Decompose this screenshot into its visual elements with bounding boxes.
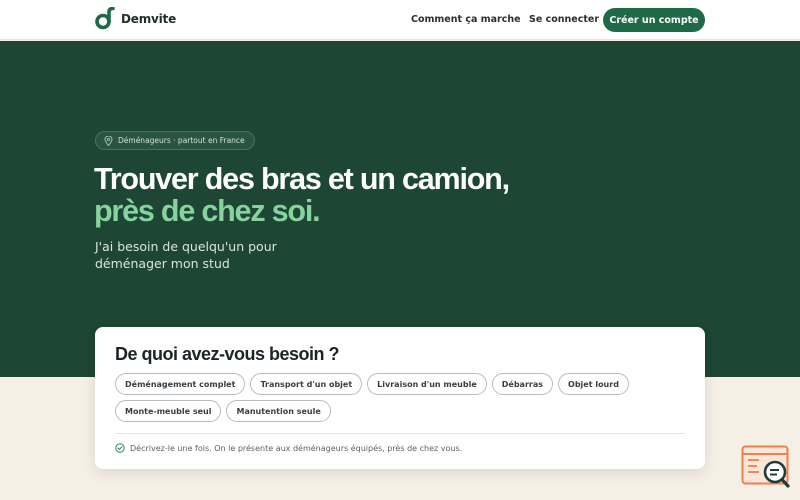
- hero-title: Trouver des bras et un camion, près de c…: [94, 162, 510, 228]
- nav-login-link[interactable]: Se connecter: [529, 14, 599, 25]
- chip-monte-meuble-seul[interactable]: Monte-meuble seul: [115, 400, 222, 422]
- brand-logo[interactable]: Demvite: [95, 7, 176, 30]
- chat-search-icon: [741, 445, 790, 488]
- card-footnote-text: Décrivez-le une fois. On le présente aux…: [130, 443, 463, 453]
- card-divider: [115, 433, 685, 434]
- chat-widget-button[interactable]: [741, 445, 791, 489]
- chip-livraison-meuble[interactable]: Livraison d'un meuble: [367, 373, 487, 395]
- chip-debarras[interactable]: Débarras: [491, 373, 554, 395]
- hero-badge-text: Déménageurs · partout en France: [118, 136, 245, 145]
- check-circle-icon: [115, 443, 125, 453]
- signup-button[interactable]: Créer un compte: [603, 8, 705, 32]
- site-header: Demvite Comment ça marche Se connecter C…: [0, 0, 800, 40]
- hero-badge: Déménageurs · partout en France: [95, 131, 255, 150]
- hero-title-line1: Trouver des bras et un camion,: [94, 162, 510, 196]
- needs-card: De quoi avez-vous besoin ? Déménagement …: [95, 327, 705, 469]
- map-pin-icon: [104, 135, 113, 146]
- hero-subtitle: J'ai besoin de quelqu'un pour déménager …: [95, 239, 277, 271]
- nav-how-it-works-link[interactable]: Comment ça marche: [411, 14, 521, 25]
- brand-name: Demvite: [121, 11, 177, 26]
- hero-title-line2: près de chez soi.: [94, 194, 321, 228]
- needs-card-title: De quoi avez-vous besoin ?: [115, 344, 340, 364]
- chip-objet-lourd[interactable]: Objet lourd: [558, 373, 629, 395]
- chip-transport-objet[interactable]: Transport d'un objet: [250, 373, 363, 395]
- chip-manutention-seule[interactable]: Manutention seule: [226, 400, 331, 422]
- service-chips: Déménagement complet Transport d'un obje…: [115, 373, 690, 422]
- chip-demenagement-complet[interactable]: Déménagement complet: [115, 373, 246, 395]
- card-footnote: Décrivez-le une fois. On le présente aux…: [115, 443, 462, 453]
- demvite-logo-icon: [95, 7, 115, 30]
